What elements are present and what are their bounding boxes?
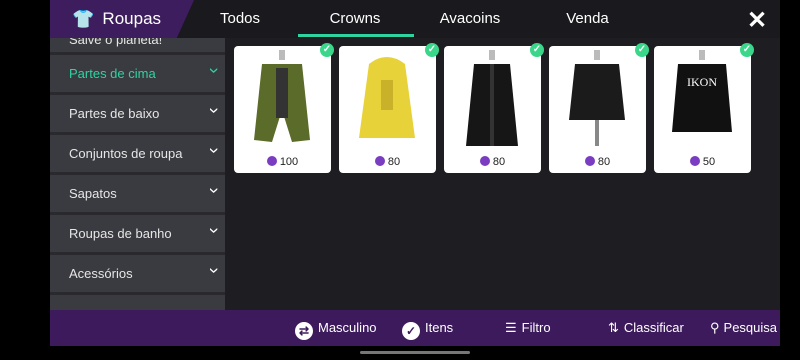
sidebar-item-sapatos[interactable]: Sapatos › [50,175,225,212]
item-card[interactable]: 80 ✓ [339,43,439,173]
active-tab-indicator [298,34,414,37]
bottom-toolbar: ⇄ Masculino ✓ Itens ☰ Filtro ⇅ Classificar ⚲… [50,310,780,346]
check-circle-icon: ✓ [402,322,420,340]
top-bar: 👕 Roupas Todos Crowns Avacoins Venda ✕ [50,0,780,38]
chevron-down-icon: › [204,227,225,234]
owned-check-icon: ✓ [530,43,544,57]
home-indicator[interactable] [360,351,470,354]
crown-coin-icon [266,156,277,166]
item-card[interactable]: 80 ✓ [444,43,544,173]
crown-coin-icon [689,156,700,166]
green-jacket-icon [254,50,310,142]
item-card[interactable]: IKON 50 ✓ [654,43,754,173]
sidebar-item-label: Partes de cima [69,66,156,81]
owned-check-icon: ✓ [425,43,439,57]
chevron-down-icon: › [204,67,225,74]
owned-check-icon: ✓ [635,43,649,57]
tab-crowns[interactable]: Crowns [300,0,410,38]
item-card[interactable]: 100 ✓ [234,43,334,173]
sort-icon: ⇅ [608,320,619,335]
category-sidebar[interactable]: Salve o planeta! Partes de cima › Partes… [50,38,225,310]
shirt-icon: 👕 [72,8,95,29]
chevron-down-icon: › [204,147,225,154]
crown-coin-icon [584,156,595,166]
swap-gender-icon: ⇄ [295,322,313,340]
sidebar-item-label: Sapatos [69,186,117,201]
black-leather-jacket-icon [569,50,625,146]
yellow-hoodie-icon [359,57,415,138]
owned-check-icon: ✓ [740,43,754,57]
chevron-down-icon: › [204,267,225,274]
sidebar-item-partes-de-cima[interactable]: Partes de cima › [50,55,225,92]
tab-venda[interactable]: Venda [535,0,640,38]
owned-check-icon: ✓ [320,43,334,57]
filter-icon: ☰ [505,320,517,335]
item-price: 80 [387,156,401,168]
black-long-coat-icon [466,50,518,146]
tab-todos[interactable]: Todos [200,0,280,38]
tab-avacoins[interactable]: Avacoins [415,0,525,38]
search-icon: ⚲ [710,320,720,335]
category-header: 👕 Roupas [50,0,194,38]
sidebar-item-roupas-de-banho[interactable]: Roupas de banho › [50,215,225,252]
item-price: 50 [702,156,716,168]
sidebar-item-more[interactable] [50,295,225,310]
sidebar-item-acessorios[interactable]: Acessórios › [50,255,225,292]
chevron-down-icon: › [204,187,225,194]
item-price: 80 [597,156,611,168]
items-filter-button[interactable]: ✓ Itens [402,310,453,346]
item-price: 100 [279,156,299,168]
sort-button[interactable]: ⇅ Classificar [608,310,684,346]
chevron-down-icon: › [204,107,225,114]
sidebar-item-label: Partes de baixo [69,106,160,121]
crown-coin-icon [374,156,385,166]
sidebar-item-conjuntos-de-roupa[interactable]: Conjuntos de roupa › [50,135,225,172]
search-button[interactable]: ⚲ Pesquisa [710,310,777,346]
sidebar-item-label: Salve o planeta! [69,38,163,47]
sidebar-item-label: Conjuntos de roupa [69,146,183,161]
item-card[interactable]: 80 ✓ [549,43,649,173]
app-window: 👕 Roupas Todos Crowns Avacoins Venda ✕ S… [50,0,780,346]
item-price: 80 [492,156,506,168]
filter-button[interactable]: ☰ Filtro [505,310,551,346]
crown-coin-icon [479,156,490,166]
sidebar-item-label: Acessórios [69,266,133,281]
sidebar-item-salve-o-planeta[interactable]: Salve o planeta! [50,38,225,52]
gender-toggle-button[interactable]: ⇄ Masculino [295,310,377,346]
sweater-print-text: IKON [687,75,717,89]
page-title: Roupas [102,9,162,28]
black-sweater-icon: IKON [672,50,732,132]
sidebar-item-partes-de-baixo[interactable]: Partes de baixo › [50,95,225,132]
close-icon[interactable]: ✕ [747,6,767,35]
sidebar-item-label: Roupas de banho [69,226,172,241]
